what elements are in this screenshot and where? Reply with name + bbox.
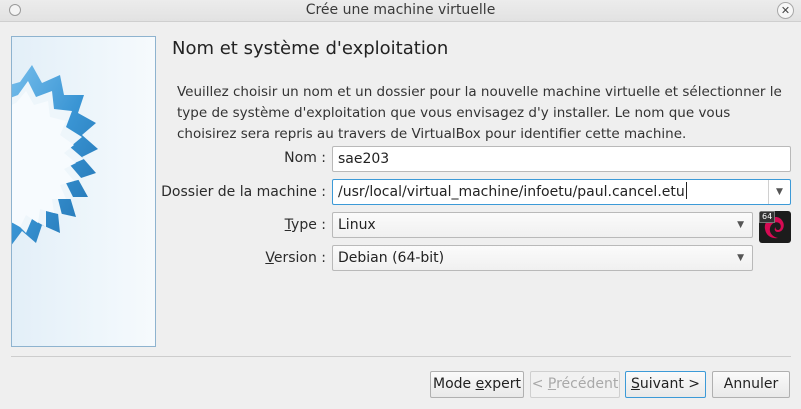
page-description: Veuillez choisir un nom et un dossier po…	[177, 84, 782, 142]
window-title: Crée une machine virtuelle	[305, 2, 496, 18]
type-select[interactable]: Linux ▼	[332, 212, 753, 238]
name-label: Nom :	[284, 150, 326, 166]
os-64bit-badge: 64	[759, 211, 776, 223]
wizard-side-art	[11, 36, 156, 347]
chevron-down-icon: ▼	[737, 253, 744, 263]
chevron-down-icon[interactable]: ▼	[768, 180, 790, 204]
folder-label: Dossier de la machine :	[161, 184, 326, 200]
debian-swirl-icon: 64	[759, 211, 791, 243]
version-value: Debian (64-bit)	[338, 250, 445, 266]
chevron-down-icon: ▼	[737, 220, 744, 230]
page-title: Nom et système d'exploitation	[172, 38, 449, 59]
expert-mode-button[interactable]: Mode expert	[430, 371, 524, 398]
title-bar: Crée une machine virtuelle ✕	[0, 0, 801, 22]
folder-combo-input[interactable]: /usr/local/virtual_machine/infoetu/paul.…	[332, 179, 791, 205]
folder-value: /usr/local/virtual_machine/infoetu/paul.…	[338, 184, 685, 200]
type-label: Type :	[284, 217, 326, 233]
previous-button[interactable]: < Précédent	[530, 371, 620, 398]
next-button[interactable]: Suivant >	[625, 371, 706, 398]
version-select[interactable]: Debian (64-bit) ▼	[332, 245, 753, 271]
name-field[interactable]: sae203	[332, 146, 791, 172]
window-menu-icon[interactable]	[9, 4, 21, 16]
footer-divider	[11, 356, 791, 357]
type-value: Linux	[338, 217, 376, 233]
cancel-button[interactable]: Annuler	[712, 371, 790, 398]
version-label: Version :	[265, 250, 326, 266]
star-badge-icon	[12, 65, 98, 245]
text-cursor	[685, 182, 687, 199]
close-icon[interactable]: ✕	[777, 2, 794, 19]
name-value: sae203	[338, 151, 390, 167]
